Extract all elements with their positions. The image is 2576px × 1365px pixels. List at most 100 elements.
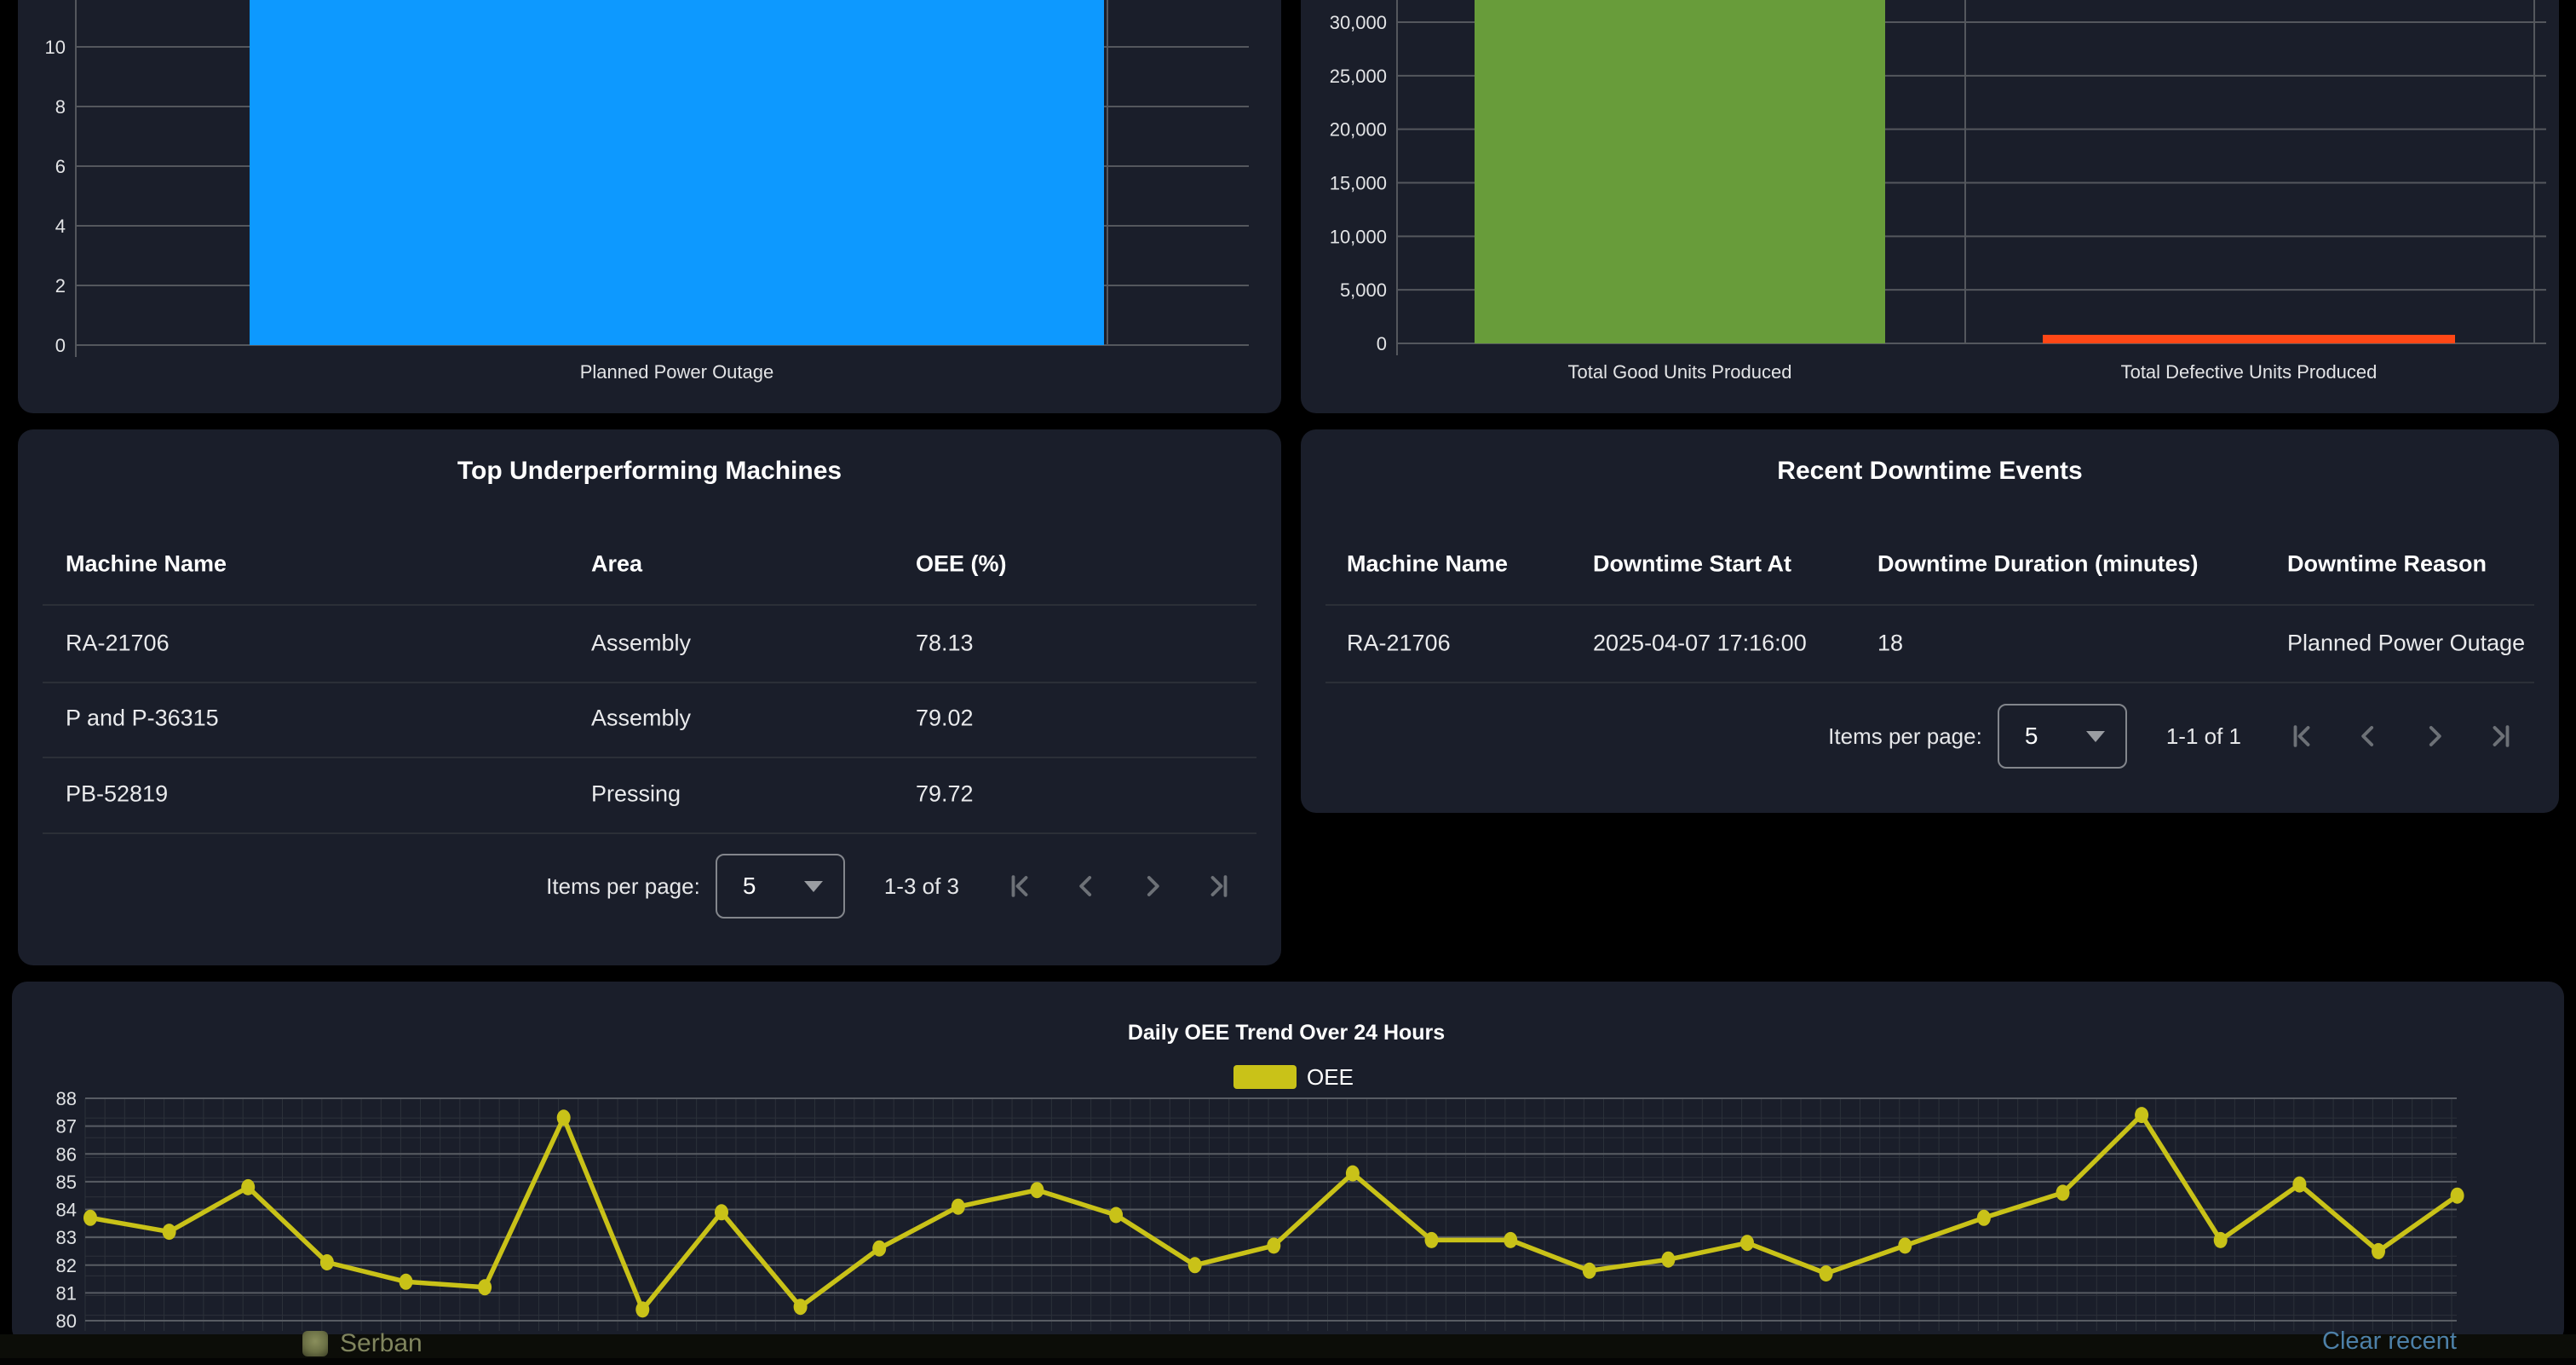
- chevron-down-icon: [804, 881, 823, 892]
- next-page-button[interactable]: [2415, 717, 2454, 756]
- chevron-down-icon: [2086, 731, 2105, 742]
- cell-start-at: 2025-04-07 17:16:00: [1593, 631, 1807, 657]
- divider: [1325, 604, 2534, 606]
- data-point[interactable]: [478, 1279, 492, 1295]
- range-label: 1-3 of 3: [884, 873, 959, 900]
- last-page-icon: [2484, 719, 2518, 753]
- user-name-label: Serban: [340, 1329, 423, 1358]
- items-per-page-value: 5: [2025, 723, 2038, 750]
- data-point[interactable]: [872, 1241, 886, 1257]
- data-point[interactable]: [1661, 1252, 1675, 1268]
- cell-machine-name: P and P-36315: [66, 706, 219, 732]
- data-point[interactable]: [1898, 1237, 1912, 1253]
- first-page-icon: [1003, 869, 1037, 903]
- data-point[interactable]: [794, 1299, 808, 1315]
- data-point[interactable]: [2451, 1188, 2464, 1204]
- column-header-reason: Downtime Reason: [2287, 551, 2487, 578]
- data-point[interactable]: [1740, 1235, 1754, 1251]
- last-page-button[interactable]: [1199, 867, 1239, 906]
- chevron-right-icon: [2418, 719, 2452, 753]
- bar: [1475, 0, 1885, 343]
- data-point[interactable]: [2214, 1232, 2228, 1248]
- column-header-start-at: Downtime Start At: [1593, 551, 1791, 578]
- page-title: Top Underperforming Machines: [18, 457, 1281, 486]
- top-underperforming-machines-card: Top Underperforming Machines Machine Nam…: [18, 429, 1281, 965]
- data-point[interactable]: [2135, 1107, 2148, 1123]
- category-label: Planned Power Outage: [580, 361, 774, 383]
- divider: [43, 832, 1256, 834]
- first-page-button[interactable]: [2282, 717, 2321, 756]
- column-header-machine-name: Machine Name: [66, 551, 227, 578]
- chevron-left-icon: [2351, 719, 2385, 753]
- bar: [250, 0, 1104, 345]
- paginator: Items per page: 5 1-3 of 3: [18, 854, 1239, 919]
- y-tick-label: 10,000: [1330, 226, 1387, 247]
- data-point[interactable]: [1504, 1232, 1517, 1248]
- y-tick-label: 8: [55, 96, 66, 118]
- cell-area: Assembly: [591, 631, 691, 657]
- data-point[interactable]: [320, 1254, 334, 1270]
- data-point[interactable]: [1267, 1237, 1280, 1253]
- first-page-button[interactable]: [1000, 867, 1039, 906]
- y-tick-label: 2: [55, 275, 66, 297]
- previous-page-button[interactable]: [1067, 867, 1106, 906]
- cell-machine-name: PB-52819: [66, 781, 168, 808]
- y-tick-label: 85: [56, 1172, 77, 1193]
- last-page-button[interactable]: [2481, 717, 2521, 756]
- y-tick-label: 87: [56, 1116, 77, 1138]
- data-point[interactable]: [635, 1301, 649, 1317]
- items-per-page-value: 5: [743, 873, 756, 900]
- dashboard-screen: 0246810Planned Power Outage 05,00010,000…: [0, 0, 2576, 1365]
- cell-oee: 79.72: [916, 781, 974, 808]
- y-tick-label: 5,000: [1340, 279, 1387, 301]
- last-page-icon: [1202, 869, 1236, 903]
- cell-oee: 79.02: [916, 706, 974, 732]
- avatar: [302, 1331, 328, 1356]
- oee-trend-chart-card: Daily OEE Trend Over 24 HoursOEE80818283…: [12, 982, 2564, 1344]
- items-per-page-select[interactable]: 5: [716, 854, 845, 919]
- data-point[interactable]: [1977, 1210, 1991, 1226]
- data-point[interactable]: [163, 1224, 176, 1240]
- trend-line: [90, 1115, 2458, 1310]
- data-point[interactable]: [83, 1210, 97, 1226]
- data-point[interactable]: [952, 1199, 965, 1215]
- recent-user-item[interactable]: Serban: [302, 1329, 423, 1358]
- data-point[interactable]: [1425, 1232, 1439, 1248]
- column-header-oee: OEE (%): [916, 551, 1007, 578]
- data-point[interactable]: [1030, 1182, 1044, 1198]
- y-tick-label: 82: [56, 1255, 77, 1276]
- items-per-page-label: Items per page:: [546, 873, 700, 900]
- data-point[interactable]: [1583, 1263, 1596, 1279]
- background-window-strip: Serban Clear recent: [0, 1334, 2576, 1358]
- previous-page-button[interactable]: [2349, 717, 2388, 756]
- items-per-page-select[interactable]: 5: [1998, 704, 2127, 769]
- data-point[interactable]: [1188, 1257, 1202, 1273]
- page-title: Recent Downtime Events: [1301, 457, 2559, 486]
- data-point[interactable]: [2372, 1243, 2385, 1259]
- y-tick-label: 83: [56, 1227, 77, 1248]
- divider: [43, 682, 1256, 683]
- oee-trend-chart: Daily OEE Trend Over 24 HoursOEE80818283…: [12, 982, 2564, 1344]
- data-point[interactable]: [715, 1204, 728, 1220]
- downtime-by-reason-chart-card: 0246810Planned Power Outage: [18, 0, 1281, 413]
- y-tick-label: 0: [55, 335, 66, 356]
- column-header-machine-name: Machine Name: [1347, 551, 1508, 578]
- data-point[interactable]: [1109, 1207, 1123, 1224]
- next-page-button[interactable]: [1133, 867, 1172, 906]
- chart-title: Daily OEE Trend Over 24 Hours: [1128, 1021, 1445, 1045]
- data-point[interactable]: [2056, 1184, 2070, 1201]
- y-tick-label: 88: [56, 1088, 77, 1109]
- data-point[interactable]: [241, 1179, 255, 1195]
- data-point[interactable]: [1820, 1265, 1833, 1281]
- data-point[interactable]: [1346, 1166, 1360, 1182]
- bar: [2043, 335, 2455, 343]
- y-tick-label: 30,000: [1330, 12, 1387, 33]
- clear-recent-link[interactable]: Clear recent: [2322, 1328, 2457, 1356]
- data-point[interactable]: [400, 1274, 413, 1290]
- downtime-by-reason-chart: 0246810Planned Power Outage: [18, 0, 1281, 413]
- data-point[interactable]: [557, 1109, 571, 1126]
- column-header-duration: Downtime Duration (minutes): [1877, 551, 2199, 578]
- cell-machine-name: RA-21706: [66, 631, 170, 657]
- cell-area: Assembly: [591, 706, 691, 732]
- data-point[interactable]: [2292, 1177, 2306, 1193]
